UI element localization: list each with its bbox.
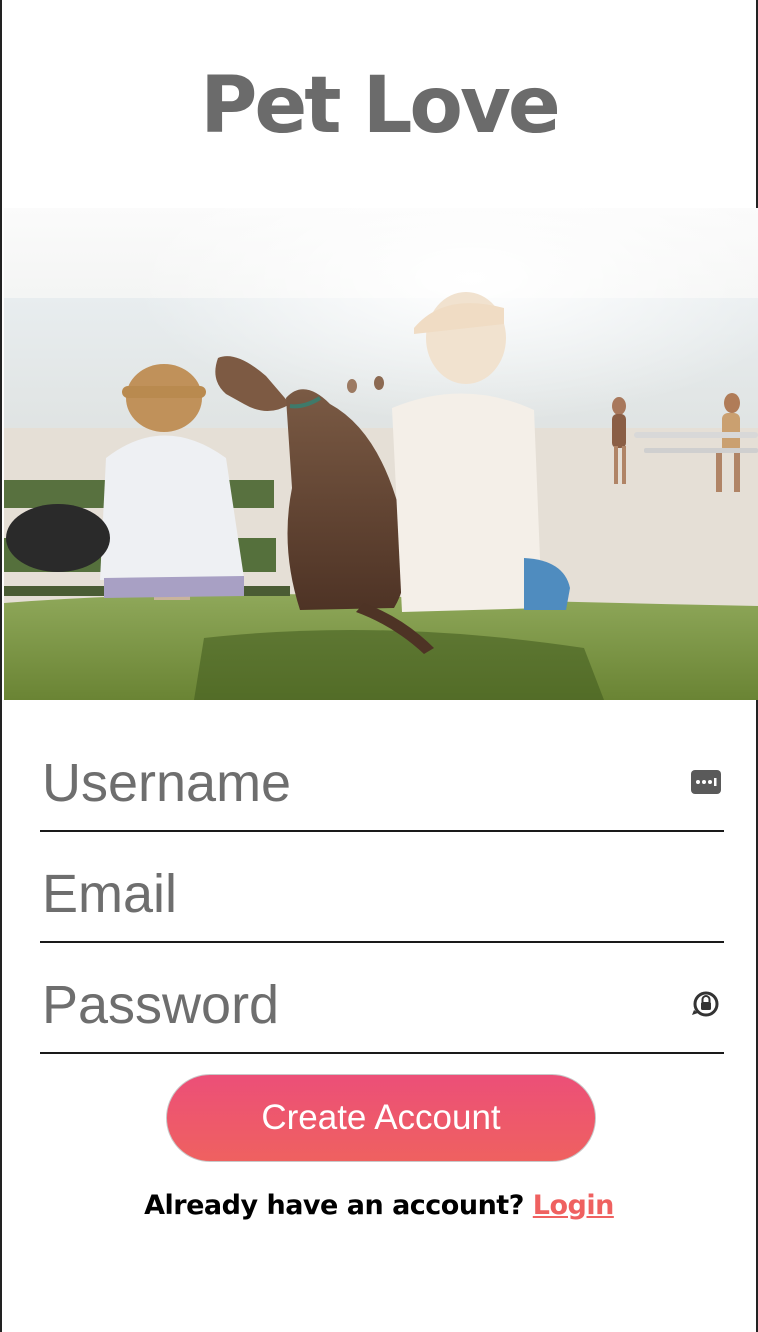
keyboard-autofill-icon[interactable] <box>690 766 722 798</box>
login-prompt: Already have an account? Login <box>2 1190 756 1221</box>
password-field[interactable] <box>40 944 724 1054</box>
login-prompt-text: Already have an account? <box>144 1190 524 1221</box>
hero-image <box>4 208 758 700</box>
create-account-button[interactable]: Create Account <box>166 1074 596 1162</box>
login-link[interactable]: Login <box>533 1190 615 1221</box>
beach-photo <box>4 208 758 700</box>
username-input[interactable] <box>40 748 662 818</box>
app-title: Pet Love <box>200 61 561 151</box>
app-screen: Pet Love Username Email Create Account A… <box>0 0 758 1332</box>
password-manager-icon[interactable] <box>690 988 722 1020</box>
email-field[interactable] <box>40 833 724 943</box>
username-field[interactable] <box>40 722 724 832</box>
email-input[interactable] <box>40 859 662 929</box>
password-input[interactable] <box>40 970 662 1040</box>
